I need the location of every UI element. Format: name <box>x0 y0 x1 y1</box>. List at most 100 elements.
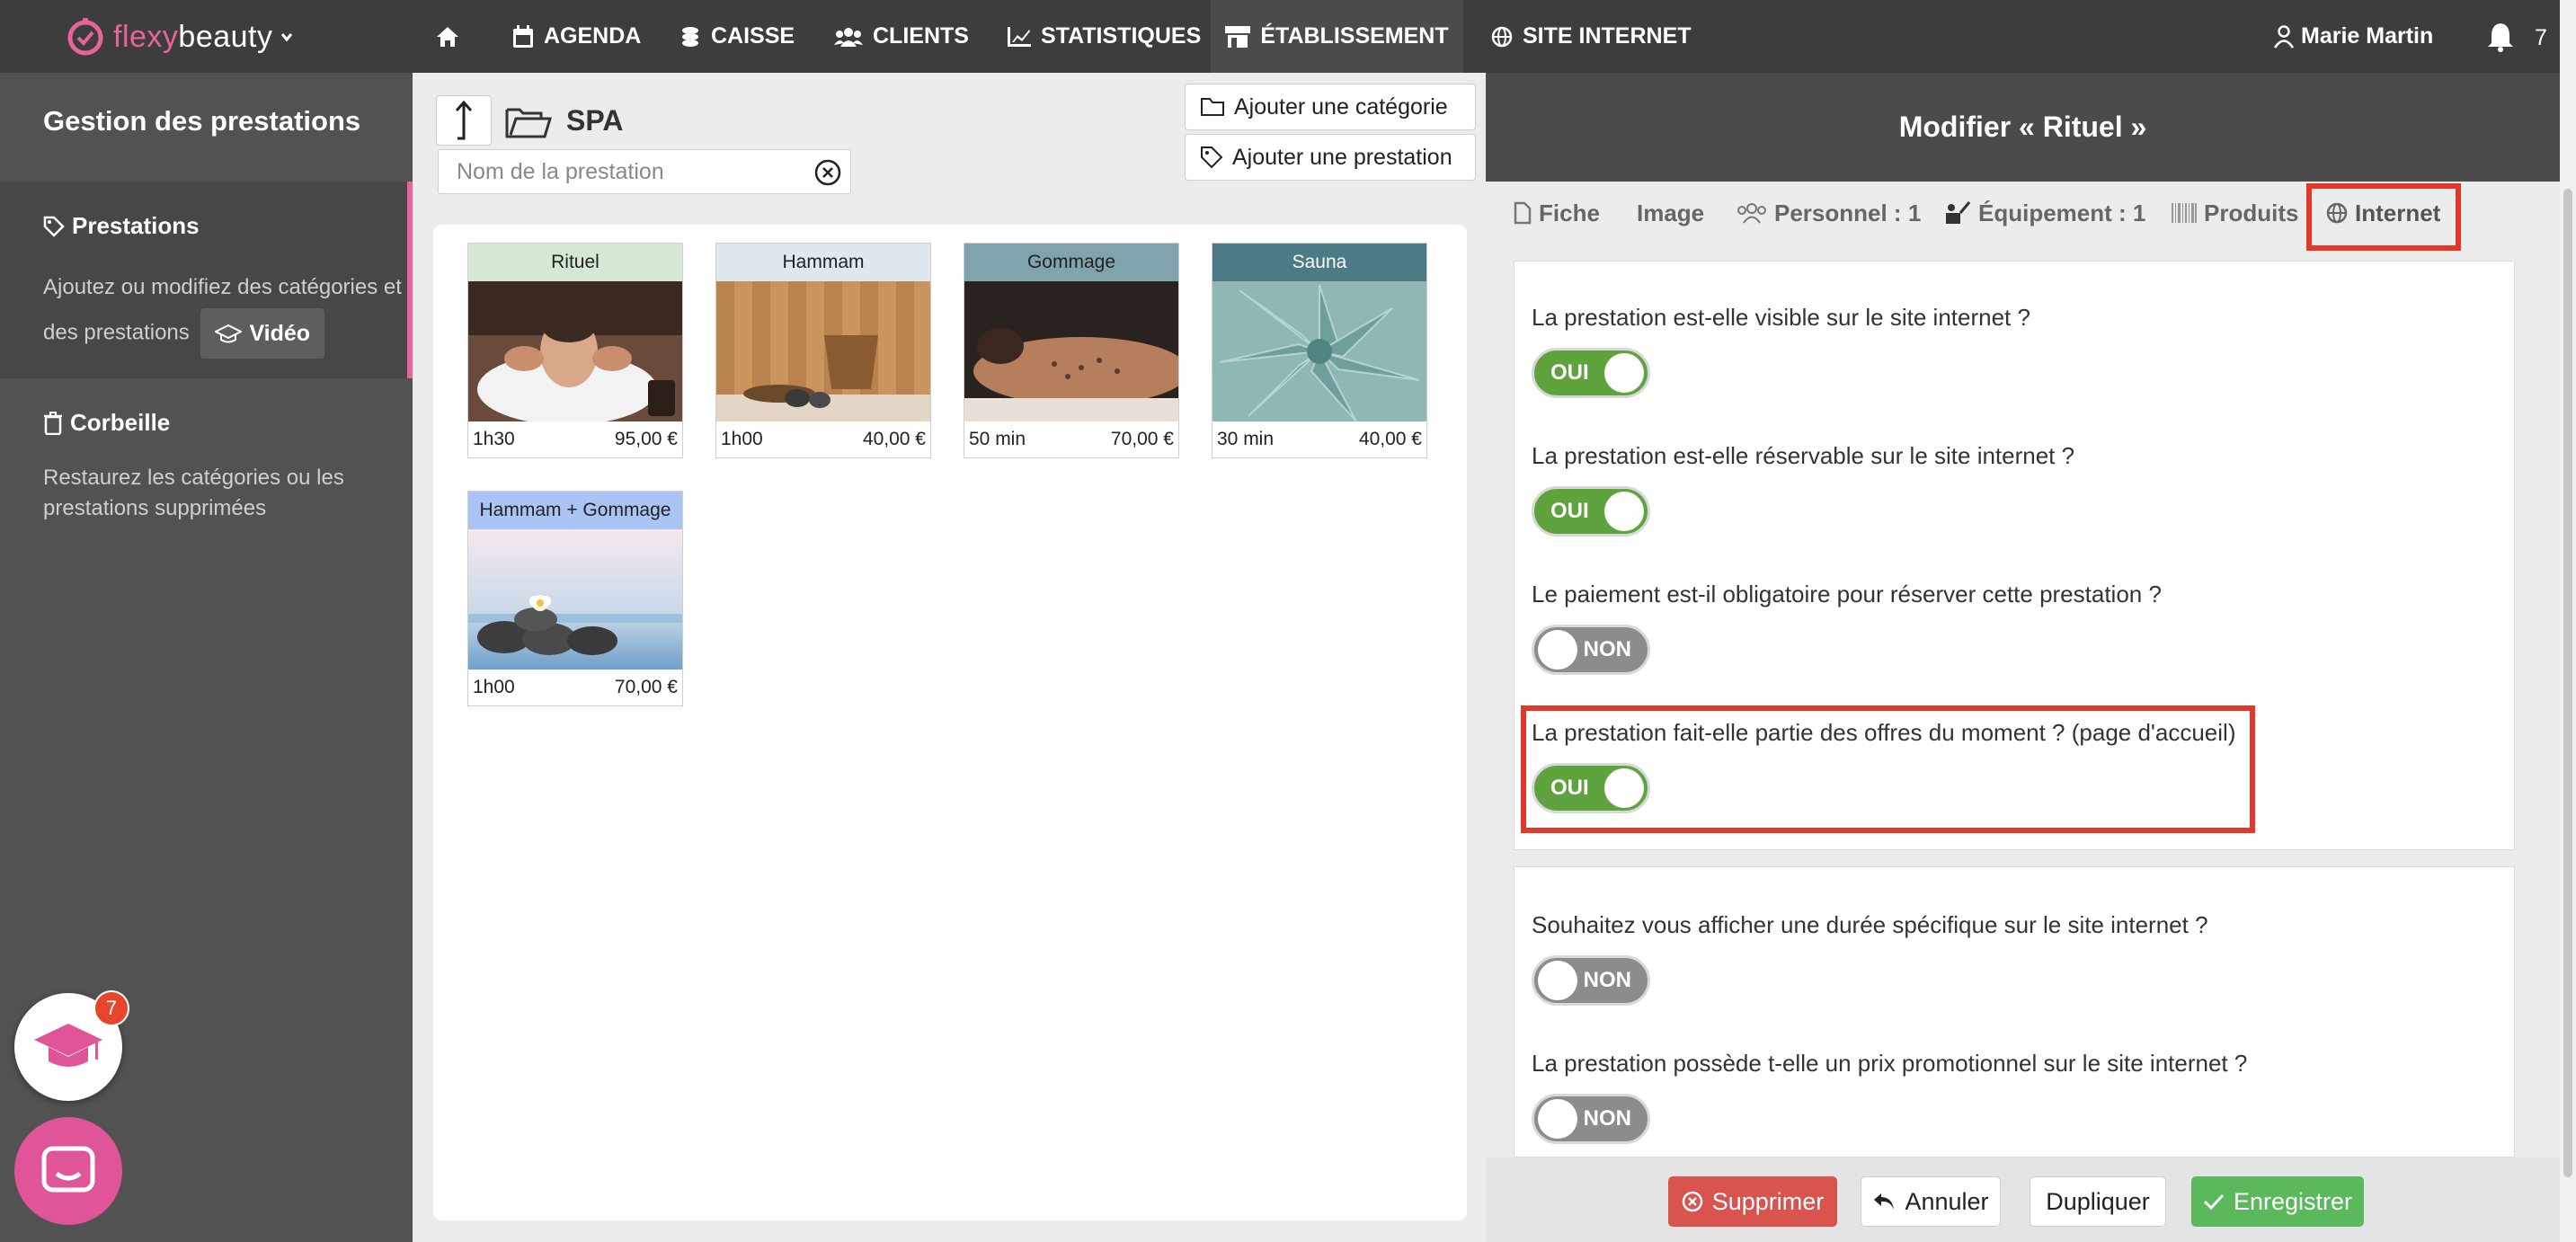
service-card-gommage[interactable]: Gommage 50 min 70,00 € <box>964 243 1179 458</box>
toggle-reservable[interactable]: OUI <box>1532 486 1650 537</box>
service-search-input[interactable] <box>439 150 798 193</box>
home-icon <box>437 26 458 47</box>
service-card-hammam-gommage[interactable]: Hammam + Gommage 1h00 70,00 € <box>467 491 683 706</box>
question-visible: La prestation est-elle visible sur le si… <box>1532 304 2030 331</box>
sidebar-prestations-description: Ajoutez ou modifiez des catégories et de… <box>43 267 403 359</box>
tab-equipement[interactable]: Équipement : 1 <box>1944 182 2145 244</box>
folder-open-icon <box>505 108 552 138</box>
service-card-footer: 50 min 70,00 € <box>964 421 1178 457</box>
chat-launcher-button[interactable] <box>14 1117 122 1225</box>
user-icon <box>2274 24 2294 49</box>
edit-panel-title: Modifier « Rituel » <box>1486 73 2560 182</box>
question-reservable: La prestation est-elle réservable sur le… <box>1532 442 2075 469</box>
nav-clients[interactable]: CLIENTS <box>834 0 969 73</box>
service-price: 70,00 € <box>1110 429 1174 449</box>
save-button[interactable]: Enregistrer <box>2191 1176 2364 1227</box>
graduation-cap-icon <box>34 1024 102 1067</box>
sidebar-item-prestations-heading[interactable]: Prestations <box>43 212 200 240</box>
logo-text: flexybeauty <box>113 19 273 54</box>
help-notification-badge: 7 <box>93 990 129 1026</box>
graduation-cap-icon <box>215 324 243 343</box>
chat-icon <box>41 1146 95 1193</box>
page-scrollbar[interactable] <box>2560 0 2576 1242</box>
arrow-up-icon <box>455 100 473 140</box>
service-image <box>468 281 682 421</box>
barcode-icon <box>2172 203 2197 223</box>
toggle-promo-price[interactable]: NON <box>1532 1094 1650 1144</box>
service-card-footer: 1h00 40,00 € <box>716 421 930 457</box>
cancel-button[interactable]: Annuler <box>1861 1176 2001 1227</box>
sidebar-title: Gestion des prestations <box>43 105 361 137</box>
tab-produits[interactable]: Produits <box>2172 182 2298 244</box>
highlight-box-featured-offer <box>1521 705 2255 833</box>
service-price: 95,00 € <box>614 429 678 449</box>
user-menu[interactable]: Marie Martin <box>2274 0 2433 73</box>
delete-button[interactable]: Supprimer <box>1668 1176 1837 1227</box>
service-card-rituel[interactable]: Rituel 1h30 95,00 € <box>467 243 683 458</box>
nav-etablissement[interactable]: ÉTABLISSEMENT <box>1211 0 1463 73</box>
service-card-title: Gommage <box>964 244 1178 281</box>
service-card-sauna[interactable]: Sauna 30 min 40,00 € <box>1212 243 1427 458</box>
toggle-visible[interactable]: OUI <box>1532 348 1650 398</box>
clear-search-icon[interactable] <box>814 159 841 186</box>
edit-footer-bar <box>1486 1158 2560 1242</box>
app-logo[interactable]: flexybeauty <box>65 16 293 58</box>
service-card-hammam[interactable]: Hammam 1h00 40,00 € <box>715 243 931 458</box>
chevron-down-icon[interactable] <box>280 31 293 43</box>
parent-folder-button[interactable] <box>436 95 492 146</box>
toggle-knob <box>1538 961 1577 1000</box>
toggle-payment-required[interactable]: NON <box>1532 625 1650 675</box>
toggle-knob <box>1538 630 1577 670</box>
circle-x-icon <box>1682 1191 1702 1212</box>
question-payment-required: Le paiement est-il obligatoire pour rése… <box>1532 581 2162 608</box>
add-service-button[interactable]: Ajouter une prestation <box>1185 134 1476 181</box>
nav-caisse[interactable]: CAISSE <box>680 0 795 73</box>
scrollbar-thumb[interactable] <box>2563 189 2572 1177</box>
question-promo-price: La prestation possède t-elle un prix pro… <box>1532 1050 2248 1077</box>
top-navigation-bar: flexybeauty AGENDA CAISSE CLIENTS STATIS… <box>0 0 2560 73</box>
service-card-title: Sauna <box>1212 244 1426 281</box>
service-card-footer: 30 min 40,00 € <box>1212 421 1426 457</box>
globe-icon <box>1491 26 1513 47</box>
service-image <box>716 281 930 421</box>
service-price: 40,00 € <box>862 429 926 449</box>
tag-icon <box>43 216 65 237</box>
service-duration: 1h00 <box>721 429 763 449</box>
users-icon <box>834 27 863 47</box>
service-duration: 50 min <box>969 429 1026 449</box>
highlight-box-internet-tab <box>2306 183 2461 251</box>
duplicate-button[interactable]: Dupliquer <box>2030 1176 2166 1227</box>
calendar-icon <box>513 24 533 48</box>
tab-personnel[interactable]: Personnel : 1 <box>1737 182 1921 244</box>
sidebar-corbeille-description: Restaurez les catégories ou les prestati… <box>43 466 344 520</box>
toggle-knob <box>1604 353 1644 393</box>
service-card-title: Hammam <box>716 244 930 281</box>
service-image <box>468 529 682 670</box>
folder-icon <box>1201 98 1224 116</box>
service-duration: 1h30 <box>473 429 515 449</box>
service-price: 40,00 € <box>1358 429 1422 449</box>
nav-agenda[interactable]: AGENDA <box>512 0 641 73</box>
notification-count: 7 <box>2535 25 2547 50</box>
nav-home[interactable] <box>435 0 460 73</box>
toggle-knob <box>1538 1099 1577 1139</box>
check-icon <box>2203 1193 2225 1211</box>
trash-icon <box>44 411 62 435</box>
bell-icon[interactable] <box>2486 22 2515 52</box>
service-search-field[interactable] <box>438 149 851 194</box>
tag-icon <box>1201 146 1223 169</box>
tab-image[interactable]: Image <box>1637 182 1704 244</box>
nav-site-internet[interactable]: SITE INTERNET <box>1491 0 1692 73</box>
service-card-title: Rituel <box>468 244 682 281</box>
equipment-icon <box>1946 201 1971 224</box>
toggle-knob <box>1604 492 1644 531</box>
nav-statistiques[interactable]: STATISTIQUES <box>1008 0 1201 73</box>
logo-clock-icon <box>67 18 103 56</box>
tab-fiche[interactable]: Fiche <box>1514 182 1600 244</box>
toggle-specific-duration[interactable]: NON <box>1532 955 1650 1006</box>
service-card-footer: 1h00 70,00 € <box>468 670 682 705</box>
video-button[interactable]: Vidéo <box>200 308 325 359</box>
sidebar-item-corbeille[interactable]: Corbeille <box>43 409 170 437</box>
coins-icon <box>682 26 698 47</box>
add-category-button[interactable]: Ajouter une catégorie <box>1185 84 1476 130</box>
